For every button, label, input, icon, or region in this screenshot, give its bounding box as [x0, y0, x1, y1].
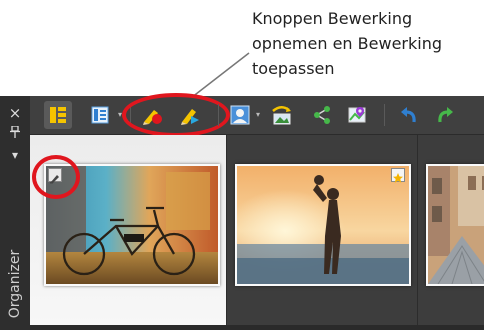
- rotate-left-button[interactable]: [394, 101, 422, 129]
- thumbnail-strip: [30, 135, 484, 325]
- details-view-icon: [91, 106, 109, 124]
- callout-line-1: Knoppen Bewerking: [252, 9, 413, 28]
- horizontal-scrollbar[interactable]: [30, 325, 484, 330]
- silhouette-beach-photo[interactable]: [235, 164, 411, 286]
- highlight-ring-edit-buttons: [122, 93, 230, 137]
- callout-line-3: toepassen: [252, 59, 335, 78]
- callout-line-2: opnemen en Bewerking: [252, 34, 442, 53]
- organizer-panel: × ▾ Organizer ▾ ▾: [0, 93, 484, 330]
- callout-text: Knoppen Bewerking opnemen en Bewerking t…: [252, 6, 484, 81]
- thumbnail-cell[interactable]: [227, 135, 417, 325]
- rotate-left-icon: [401, 107, 416, 123]
- rotate-right-button[interactable]: [432, 101, 460, 129]
- share-icon: [314, 106, 330, 124]
- star-rating-badge-icon: [391, 168, 405, 183]
- thumbnail-view-icon: [50, 107, 66, 123]
- panel-menu-icon[interactable]: ▾: [0, 148, 30, 162]
- photo-export-button[interactable]: [268, 101, 296, 129]
- organizer-label: Organizer: [7, 249, 23, 319]
- organizer-toolbar: ▾ ▾: [30, 93, 484, 137]
- toolbar-separator: [384, 104, 385, 126]
- toolbar-separator: [218, 104, 219, 126]
- thumbnail-view-button[interactable]: [44, 101, 72, 129]
- close-icon[interactable]: ×: [0, 104, 30, 122]
- thumbnail-cell-selected[interactable]: [30, 135, 226, 325]
- organizer-sidebar: × ▾ Organizer: [0, 96, 31, 330]
- street-photo[interactable]: [426, 164, 484, 286]
- user-dropdown-arrow-icon[interactable]: ▾: [256, 111, 264, 119]
- details-view-button[interactable]: [86, 101, 114, 129]
- scroll-left-arrow-icon[interactable]: [54, 326, 60, 329]
- user-profile-button[interactable]: [226, 101, 254, 129]
- photo-export-icon: [272, 106, 291, 125]
- map-location-icon: [348, 107, 366, 123]
- pin-icon[interactable]: [0, 125, 30, 141]
- rotate-right-icon: [438, 107, 453, 123]
- share-button[interactable]: [308, 101, 336, 129]
- map-location-button[interactable]: [344, 101, 372, 129]
- thumbnail-cell[interactable]: [418, 135, 484, 325]
- highlight-ring-edited-badge: [32, 155, 80, 199]
- user-profile-icon: [230, 105, 250, 125]
